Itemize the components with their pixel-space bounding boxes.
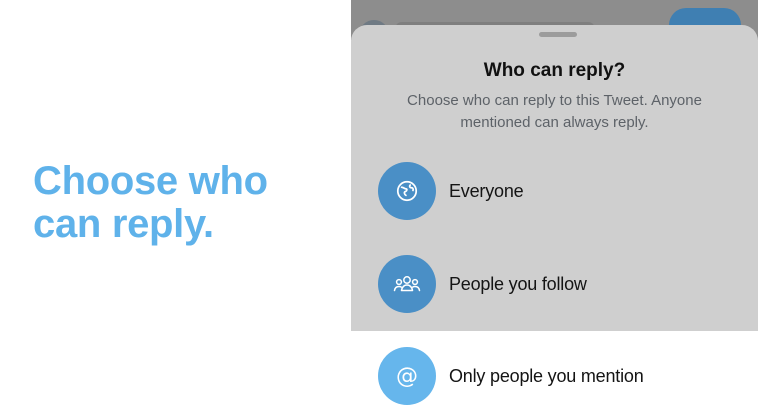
people-icon	[378, 255, 436, 313]
option-only-people-you-mention[interactable]: @ Only people you mention	[378, 347, 748, 405]
option-everyone[interactable]: Everyone	[378, 162, 748, 220]
sheet-description: Choose who can reply to this Tweet. Anyo…	[407, 92, 702, 131]
promo-headline: Choose who can reply.	[33, 160, 333, 246]
option-label: Everyone	[449, 180, 524, 201]
page: Choose who can reply. Who can reply? Cho…	[0, 0, 758, 411]
globe-icon	[378, 162, 436, 220]
at-sign-icon: @	[378, 347, 436, 405]
promo-headline-line2: can reply.	[33, 202, 214, 246]
option-label: People you follow	[449, 273, 587, 294]
option-label: Only people you mention	[449, 365, 644, 386]
option-people-you-follow[interactable]: People you follow	[378, 255, 748, 313]
sheet-drag-handle[interactable]	[539, 32, 577, 37]
phone-screen: Who can reply? Choose who can reply to t…	[351, 0, 758, 411]
promo-headline-line1: Choose who	[33, 159, 268, 203]
sheet-title: Who can reply?	[483, 60, 626, 81]
